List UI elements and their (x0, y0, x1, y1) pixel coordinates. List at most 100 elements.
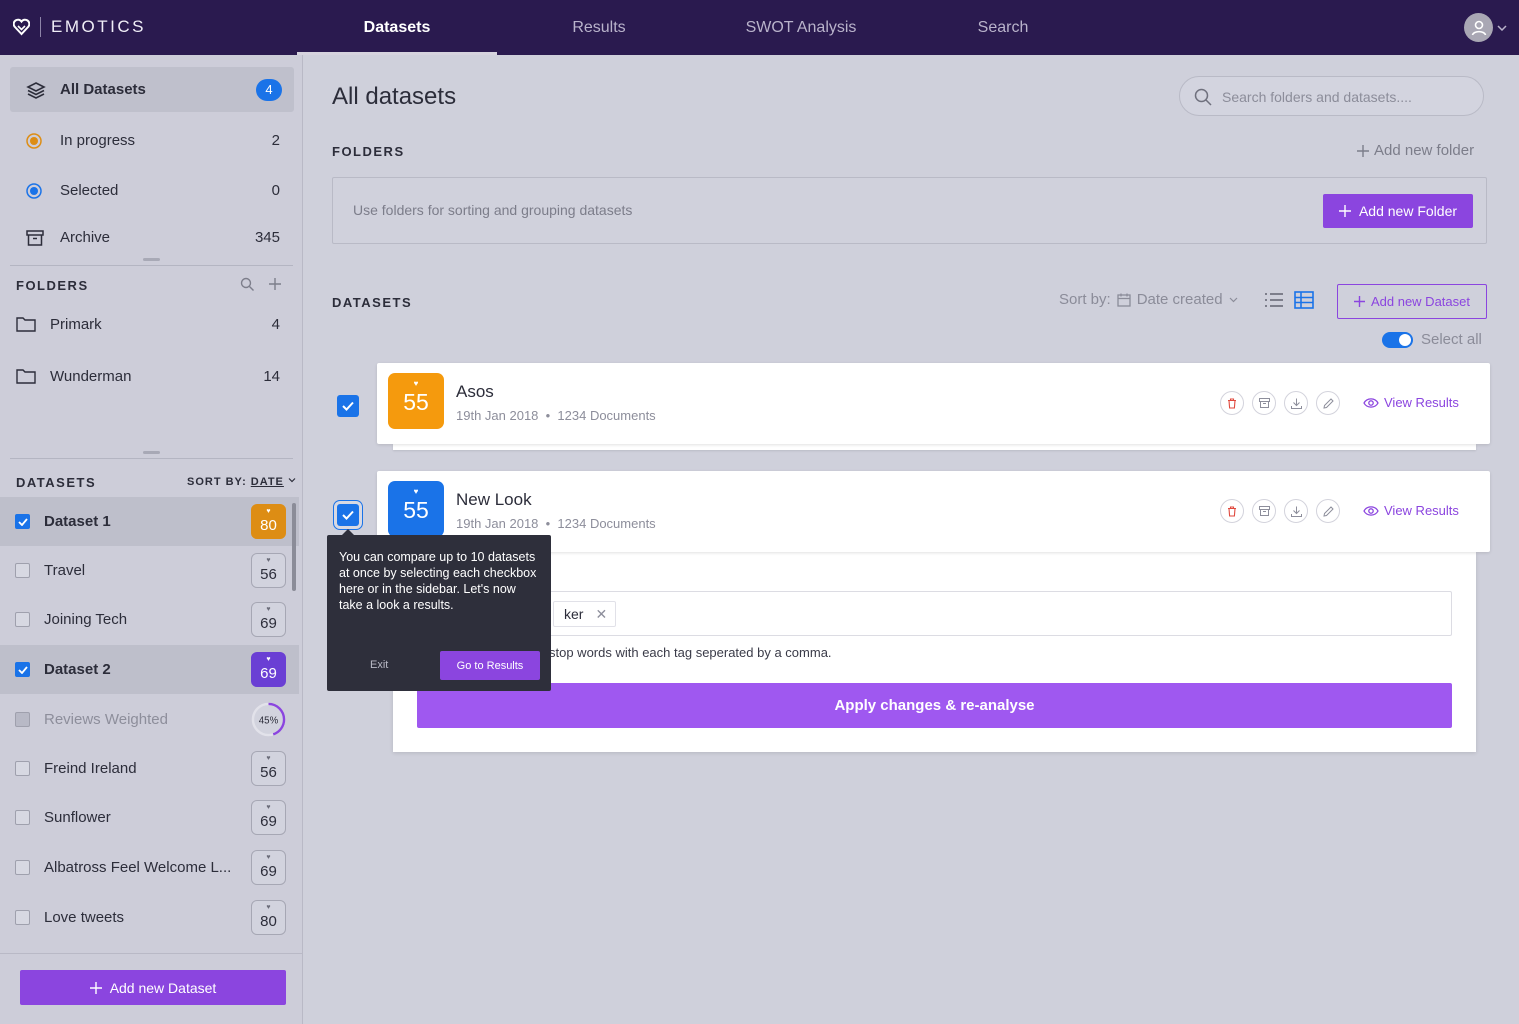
add-dataset-button[interactable]: Add new Dataset (20, 970, 286, 1005)
folders-hint: Use folders for sorting and grouping dat… (353, 202, 633, 218)
sidebar-dataset-item[interactable]: Love tweets ♥ 80 (0, 893, 299, 942)
card-actions (1220, 391, 1340, 415)
toggle-switch[interactable] (1382, 331, 1413, 348)
go-to-results-button[interactable]: Go to Results (440, 651, 540, 680)
sidebar-item-label: Archive (60, 229, 111, 246)
user-menu[interactable] (1464, 13, 1507, 42)
sidebar-dataset-item[interactable]: Albatross Feel Welcome L... ♥ 69 (0, 843, 299, 892)
view-toggle (1264, 291, 1314, 309)
heart-icon: ♥ (266, 854, 271, 861)
dataset-label: Joining Tech (44, 611, 128, 628)
pencil-icon (1322, 505, 1334, 517)
dataset-card-checkbox[interactable] (337, 395, 359, 417)
eye-icon (1363, 397, 1379, 408)
score-value: 69 (260, 813, 277, 830)
sidebar-dataset-item[interactable]: Freind Ireland ♥ 56 (0, 744, 299, 793)
checkbox[interactable] (15, 563, 30, 578)
download-button[interactable] (1284, 499, 1308, 523)
sidebar-dataset-item[interactable]: Dataset 2 ♥ 69 (0, 645, 299, 694)
sidebar-dataset-item[interactable]: Reviews Weighted 45% (0, 695, 299, 744)
sidebar-dataset-item[interactable]: Sunflower ♥ 69 (0, 793, 299, 842)
plus-icon[interactable] (268, 277, 282, 291)
checkbox[interactable] (15, 810, 30, 825)
card-actions (1220, 499, 1340, 523)
app-logo[interactable]: EMOTICS (13, 17, 146, 37)
delete-button[interactable] (1220, 499, 1244, 523)
tab-datasets[interactable]: Datasets (297, 0, 497, 55)
tag-label: ker (564, 606, 584, 622)
search-input[interactable] (1222, 86, 1472, 108)
sidebar-item-selected[interactable]: Selected 0 (10, 168, 294, 213)
resize-handle[interactable] (143, 451, 160, 454)
top-navigation-bar: EMOTICS Datasets Results SWOT Analysis S… (0, 0, 1519, 55)
tab-results[interactable]: Results (499, 0, 699, 55)
score-badge: ♥ 56 (251, 553, 286, 588)
plus-icon (89, 981, 102, 994)
checkbox-disabled (15, 712, 30, 727)
sort-label: SORT BY: (187, 476, 247, 488)
sort-dropdown[interactable]: Sort by: Date created (1059, 291, 1238, 308)
view-results-link[interactable]: View Results (1363, 503, 1459, 518)
add-folder-button[interactable]: Add new Folder (1323, 194, 1473, 228)
folder-item-wunderman[interactable]: Wunderman 14 (16, 361, 286, 391)
archive-button[interactable] (1252, 391, 1276, 415)
apply-reanalyse-button[interactable]: Apply changes & re-analyse (417, 683, 1452, 728)
app-name: EMOTICS (51, 17, 146, 36)
folder-item-primark[interactable]: Primark 4 (16, 309, 286, 339)
checkbox-checked[interactable] (15, 514, 30, 529)
card-stack-edge (393, 444, 1476, 450)
sidebar-sort[interactable]: SORT BY: DATE (187, 476, 296, 488)
edit-button[interactable] (1316, 499, 1340, 523)
check-icon (17, 517, 28, 526)
score-badge: ♥ 56 (251, 751, 286, 786)
edit-button[interactable] (1316, 391, 1340, 415)
sidebar-item-in-progress[interactable]: In progress 2 (10, 118, 294, 163)
sidebar-item-all-datasets[interactable]: All Datasets 4 (10, 67, 294, 112)
chevron-down-icon (1229, 297, 1238, 302)
checkbox[interactable] (15, 612, 30, 627)
resize-handle[interactable] (143, 258, 160, 261)
tab-swot-analysis[interactable]: SWOT Analysis (701, 0, 901, 55)
stop-words-input[interactable]: ker ✕ (417, 591, 1452, 636)
dataset-label: Reviews Weighted (44, 711, 168, 728)
add-folder-link[interactable]: Add new folder (1357, 142, 1474, 159)
select-all-toggle[interactable]: Select all (1382, 331, 1482, 348)
download-button[interactable] (1284, 391, 1308, 415)
archive-button[interactable] (1252, 499, 1276, 523)
dataset-card-checkbox[interactable] (337, 504, 359, 526)
sidebar-dataset-item[interactable]: Joining Tech ♥ 69 (0, 595, 299, 644)
tab-search[interactable]: Search (903, 0, 1103, 55)
table-view-icon[interactable] (1294, 291, 1314, 309)
close-icon[interactable]: ✕ (595, 606, 607, 623)
list-view-icon[interactable] (1264, 291, 1284, 309)
add-dataset-outline-button[interactable]: Add new Dataset (1337, 284, 1487, 319)
dataset-name: New Look (456, 490, 532, 509)
checkbox[interactable] (15, 910, 30, 925)
tooltip-exit-button[interactable]: Exit (370, 659, 388, 671)
sidebar-scrollbar[interactable] (292, 503, 296, 591)
sidebar-dataset-item[interactable]: Travel ♥ 56 (0, 546, 299, 595)
heart-icon: ♥ (413, 487, 419, 496)
check-icon (342, 401, 354, 411)
checkbox[interactable] (15, 860, 30, 875)
search-box[interactable] (1179, 76, 1484, 116)
score-badge: ♥ 69 (251, 800, 286, 835)
search-icon[interactable] (240, 277, 255, 292)
dataset-label: Dataset 2 (44, 661, 111, 678)
folder-icon (16, 317, 36, 332)
sidebar-dataset-item[interactable]: Dataset 1 ♥ 80 (0, 497, 299, 546)
delete-button[interactable] (1220, 391, 1244, 415)
score-tile: ♥ 55 (388, 481, 444, 537)
checkbox-checked[interactable] (15, 662, 30, 677)
sidebar-item-archive[interactable]: Archive 345 (10, 215, 294, 260)
archive-icon (1258, 506, 1270, 516)
view-results-link[interactable]: View Results (1363, 395, 1459, 410)
sort-value: DATE (250, 476, 284, 488)
select-all-label: Select all (1421, 331, 1482, 348)
sidebar-item-count: 345 (254, 229, 280, 246)
tooltip-text: You can compare up to 10 datasets at onc… (339, 550, 537, 612)
progress-ring: 45% (251, 702, 286, 737)
checkbox[interactable] (15, 761, 30, 776)
pencil-icon (1322, 397, 1334, 409)
dataset-card-asos[interactable]: ♥ 55 Asos 19th Jan 2018 • 1234 Documents … (377, 363, 1490, 444)
